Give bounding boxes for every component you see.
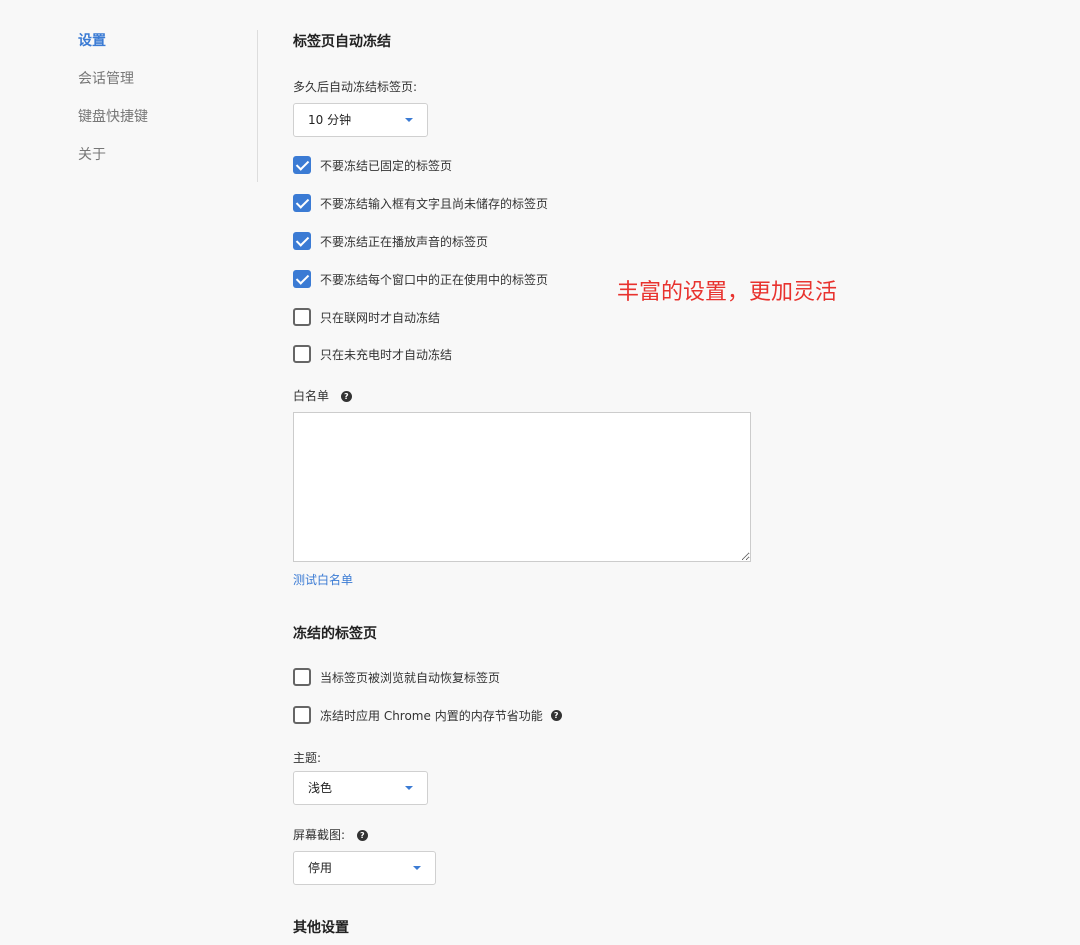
frozen-tabs-title: 冻结的标签页 (293, 626, 377, 642)
option-chrome-memory-saver[interactable]: 冻结时应用 Chrome 内置的内存节省功能 ? (293, 706, 562, 724)
option-label: 不要冻结每个窗口中的正在使用中的标签页 (320, 272, 549, 287)
screenshot-value: 停用 (308, 861, 333, 875)
help-icon[interactable]: ? (550, 709, 562, 721)
sidebar: 设置 会话管理 键盘快捷键 关于 (78, 30, 258, 182)
theme-value: 浅色 (308, 781, 333, 795)
checkbox[interactable] (293, 194, 311, 212)
sidebar-item-session-management[interactable]: 会话管理 (78, 68, 258, 87)
option-label: 不要冻结输入框有文字且尚未储存的标签页 (320, 196, 549, 211)
sidebar-item-keyboard-shortcuts[interactable]: 键盘快捷键 (78, 106, 258, 125)
checkbox[interactable] (293, 308, 311, 326)
chevron-down-icon (413, 866, 421, 870)
whitelist-label-row: 白名单 ? (293, 387, 352, 404)
chevron-down-icon (405, 118, 413, 122)
theme-select[interactable]: 浅色 (293, 771, 428, 805)
option-only-when-not-charging[interactable]: 只在未充电时才自动冻结 (293, 345, 452, 363)
promo-caption: 丰富的设置，更加灵活 (617, 280, 838, 305)
freeze-delay-value: 10 分钟 (308, 113, 352, 127)
option-auto-restore-on-view[interactable]: 当标签页被浏览就自动恢复标签页 (293, 668, 500, 686)
checkbox[interactable] (293, 270, 311, 288)
chevron-down-icon (405, 786, 413, 790)
checkbox[interactable] (293, 345, 311, 363)
option-label: 只在未充电时才自动冻结 (320, 347, 453, 362)
whitelist-textarea[interactable] (293, 412, 751, 562)
option-never-freeze-active-tab[interactable]: 不要冻结每个窗口中的正在使用中的标签页 (293, 270, 548, 288)
checkbox[interactable] (293, 706, 311, 724)
sidebar-divider (257, 30, 258, 182)
help-icon[interactable]: ? (356, 830, 368, 841)
screenshot-select[interactable]: 停用 (293, 851, 436, 885)
option-label: 当标签页被浏览就自动恢复标签页 (320, 670, 501, 685)
help-icon[interactable]: ? (340, 391, 352, 402)
option-only-when-online[interactable]: 只在联网时才自动冻结 (293, 308, 440, 326)
whitelist-label: 白名单 (293, 389, 330, 403)
freeze-delay-label: 多久后自动冻结标签页: (293, 80, 418, 94)
screenshot-label: 屏幕截图: (293, 828, 346, 842)
checkbox[interactable] (293, 668, 311, 686)
option-never-freeze-unsaved-input[interactable]: 不要冻结输入框有文字且尚未储存的标签页 (293, 194, 548, 212)
option-never-freeze-playing-audio[interactable]: 不要冻结正在播放声音的标签页 (293, 232, 488, 250)
theme-label: 主题: (293, 751, 322, 765)
option-label: 只在联网时才自动冻结 (320, 310, 441, 325)
sidebar-item-settings[interactable]: 设置 (78, 30, 258, 49)
checkbox[interactable] (293, 232, 311, 250)
checkbox[interactable] (293, 156, 311, 174)
other-settings-title: 其他设置 (293, 920, 349, 936)
screenshot-label-row: 屏幕截图: ? (293, 826, 368, 843)
sidebar-item-about[interactable]: 关于 (78, 144, 258, 163)
option-label: 不要冻结正在播放声音的标签页 (320, 234, 489, 249)
option-label: 不要冻结已固定的标签页 (320, 158, 453, 173)
option-never-freeze-pinned[interactable]: 不要冻结已固定的标签页 (293, 156, 452, 174)
freeze-delay-select[interactable]: 10 分钟 (293, 103, 428, 137)
option-label: 冻结时应用 Chrome 内置的内存节省功能 (320, 708, 543, 723)
auto-freeze-title: 标签页自动冻结 (293, 34, 391, 50)
test-whitelist-link[interactable]: 测试白名单 (293, 571, 353, 588)
